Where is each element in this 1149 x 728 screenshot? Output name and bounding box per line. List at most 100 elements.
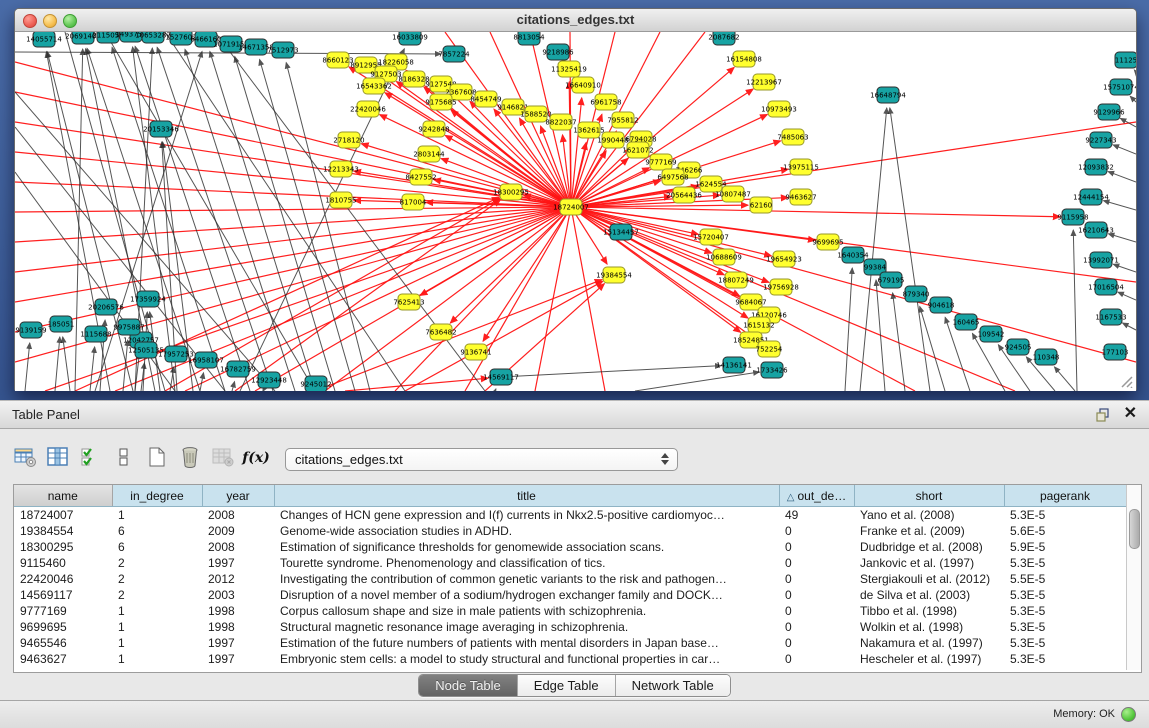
graph-node[interactable]: 12213967 <box>746 74 782 90</box>
graph-node[interactable]: 8427552 <box>405 169 436 185</box>
column-header-year[interactable]: year <box>202 485 274 507</box>
table-row[interactable]: 1830029562008Estimation of significance … <box>14 539 1126 555</box>
function-builder-button[interactable]: f(x) <box>241 444 271 472</box>
table-row[interactable]: 977716911998Corpus callosum shape and si… <box>14 603 1126 619</box>
network-canvas[interactable]: 8660123891295518226058912750316543362818… <box>15 32 1136 391</box>
graph-edge[interactable] <box>465 207 571 391</box>
float-panel-icon[interactable] <box>1095 407 1111 423</box>
graph-edge[interactable] <box>235 200 500 391</box>
graph-node[interactable]: 13992071 <box>1083 252 1119 268</box>
graph-node[interactable]: 1733426 <box>756 362 788 378</box>
graph-node[interactable]: 9777169 <box>645 154 676 170</box>
graph-node[interactable]: 9175685 <box>425 94 456 110</box>
graph-edge[interactable] <box>1113 264 1136 272</box>
window-titlebar[interactable]: citations_edges.txt <box>15 9 1136 32</box>
graph-node[interactable]: 679195 <box>878 272 905 288</box>
graph-edge[interactable] <box>1123 323 1136 330</box>
column-header-name[interactable]: name <box>14 485 112 507</box>
graph-edge[interactable] <box>635 372 759 391</box>
graph-edge[interactable] <box>90 347 95 391</box>
graph-edge[interactable] <box>63 337 70 391</box>
graph-node[interactable]: 9242848 <box>418 121 449 137</box>
graph-edge[interactable] <box>185 49 295 391</box>
table-settings-button[interactable] <box>10 444 40 472</box>
graph-edge[interactable] <box>75 49 83 391</box>
graph-edge[interactable] <box>1103 201 1136 210</box>
graph-edge[interactable] <box>1130 96 1136 102</box>
graph-node[interactable]: 110348 <box>1033 349 1060 365</box>
table-row[interactable]: 1456911722003Disruption of a novel membe… <box>14 587 1126 603</box>
graph-edge[interactable] <box>571 207 1060 217</box>
graph-node[interactable]: 9245012 <box>300 376 331 391</box>
table-row[interactable]: 2242004622012Investigating the contribut… <box>14 571 1126 587</box>
column-header-short[interactable]: short <box>854 485 1004 507</box>
table-scrollbar[interactable] <box>1126 485 1141 670</box>
table-selector-dropdown[interactable]: citations_edges.txt <box>285 448 678 471</box>
graph-node[interactable]: 14569117 <box>483 369 519 385</box>
graph-node[interactable]: 15751074 <box>1103 79 1136 95</box>
show-column-button[interactable] <box>43 444 73 472</box>
graph-node[interactable]: 16033809 <box>392 32 428 45</box>
graph-node[interactable]: 12444154 <box>1073 189 1109 205</box>
graph-node[interactable]: 1167533 <box>1095 309 1126 325</box>
tab-network-table[interactable]: Network Table <box>616 675 730 696</box>
graph-node[interactable]: 62160 <box>750 197 772 213</box>
graph-node[interactable]: 16648794 <box>870 87 906 103</box>
graph-edge[interactable] <box>240 49 404 391</box>
graph-edge[interactable] <box>845 268 852 391</box>
graph-edge[interactable] <box>25 343 30 391</box>
graph-edge[interactable] <box>232 382 235 391</box>
graph-node[interactable]: 1615132 <box>743 317 774 333</box>
graph-edge[interactable] <box>890 108 930 391</box>
graph-node[interactable]: 177103 <box>1102 344 1129 360</box>
graph-edge[interactable] <box>1113 145 1136 154</box>
graph-node[interactable]: 7625413 <box>393 294 424 310</box>
column-header-title[interactable]: title <box>274 485 779 507</box>
graph-node[interactable]: 2718120 <box>333 132 364 148</box>
graph-node[interactable]: 7636482 <box>425 324 456 340</box>
graph-node[interactable]: 109542 <box>978 326 1005 342</box>
graph-node[interactable]: 11125 <box>1115 52 1136 68</box>
graph-node[interactable]: 7485063 <box>777 129 808 145</box>
graph-node[interactable]: 19384554 <box>596 267 632 283</box>
graph-node[interactable]: 8813054 <box>513 32 545 45</box>
graph-node[interactable]: 13975115 <box>783 159 819 175</box>
graph-node[interactable]: 12213343 <box>323 161 359 177</box>
column-header-pagerank[interactable]: pagerank <box>1004 485 1126 507</box>
graph-edge[interactable] <box>210 51 315 391</box>
graph-edge[interactable] <box>1108 172 1136 182</box>
graph-node[interactable]: 879340 <box>903 286 930 302</box>
graph-node[interactable]: 1115688 <box>80 326 111 342</box>
graph-edge[interactable] <box>495 389 496 391</box>
graph-node[interactable]: 1621072 <box>622 142 653 158</box>
column-header-indegree[interactable]: in_degree <box>112 485 202 507</box>
graph-node[interactable]: 8660123 <box>322 52 353 68</box>
table-row[interactable]: 911546021997Tourette syndrome. Phenomeno… <box>14 555 1126 571</box>
graph-node[interactable]: 9699695 <box>812 234 843 250</box>
tab-node-table[interactable]: Node Table <box>419 675 518 696</box>
graph-node[interactable]: 8822037 <box>545 114 576 130</box>
graph-node[interactable]: 9115958 <box>1057 209 1088 225</box>
row-height-button[interactable] <box>109 444 139 472</box>
graph-node[interactable]: 10688609 <box>706 249 742 265</box>
delete-table-button[interactable] <box>175 444 205 472</box>
tab-edge-table[interactable]: Edge Table <box>518 675 616 696</box>
new-table-button[interactable] <box>142 444 172 472</box>
graph-node[interactable]: 11325419 <box>551 61 587 77</box>
graph-node[interactable]: 2087682 <box>708 32 739 45</box>
table-panel-titlebar[interactable]: Table Panel ✕ <box>0 400 1149 429</box>
graph-edge[interactable] <box>157 47 273 391</box>
graph-node[interactable]: 6961758 <box>590 94 621 110</box>
graph-node[interactable]: 16154808 <box>726 51 762 67</box>
graph-node[interactable]: 16210643 <box>1078 222 1114 238</box>
graph-node[interactable]: 1810755 <box>325 192 356 208</box>
table-row[interactable]: 1938455462009Genome-wide association stu… <box>14 523 1126 539</box>
graph-node[interactable]: 12093832 <box>1078 159 1114 175</box>
graph-node[interactable]: 14055714 <box>26 32 62 47</box>
graph-edge[interactable] <box>15 207 571 272</box>
graph-node[interactable]: 752254 <box>756 341 783 357</box>
column-header-outde[interactable]: △out_de… <box>779 485 854 507</box>
graph-edge[interactable] <box>501 366 721 377</box>
graph-node[interactable]: 2803144 <box>413 146 445 162</box>
graph-node[interactable]: 7512973 <box>267 42 298 58</box>
